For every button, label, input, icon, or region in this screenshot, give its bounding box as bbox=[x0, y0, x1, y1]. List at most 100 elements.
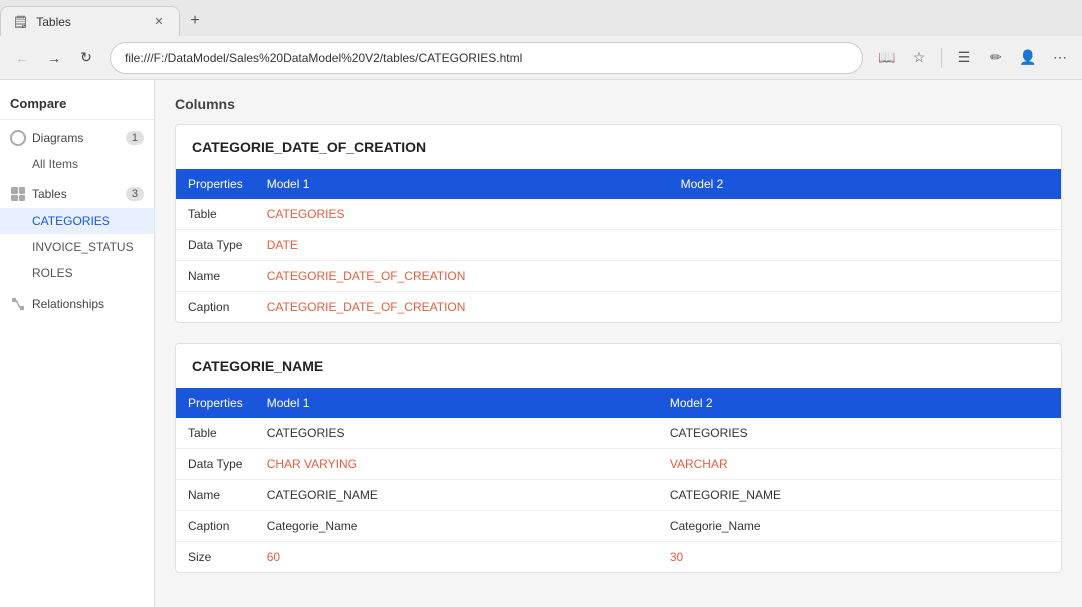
model2-datatype2: VARCHAR bbox=[658, 449, 1061, 480]
tab-icon: 🗒 bbox=[13, 15, 28, 29]
model1-datatype: DATE bbox=[255, 230, 669, 261]
column-section-header-name: CATEGORIE_NAME bbox=[176, 344, 1061, 388]
table-row: Table CATEGORIES bbox=[176, 199, 1061, 230]
sidebar-section-tables: Tables 3 CATEGORIES INVOICE_STATUS ROLES bbox=[0, 180, 154, 286]
table-header-row-name: Properties Model 1 Model 2 bbox=[176, 388, 1061, 418]
nav-separator bbox=[941, 48, 942, 68]
relationships-label: Relationships bbox=[32, 297, 144, 311]
diagrams-label: Diagrams bbox=[32, 131, 120, 145]
column-name-date: CATEGORIE_DATE_OF_CREATION bbox=[192, 139, 1045, 155]
sidebar-tables-header[interactable]: Tables 3 bbox=[0, 180, 154, 208]
th-model2-name: Model 2 bbox=[658, 388, 1061, 418]
th-properties-name: Properties bbox=[176, 388, 255, 418]
model2-caption2: Categorie_Name bbox=[658, 511, 1061, 542]
sidebar-item-roles[interactable]: ROLES bbox=[0, 260, 154, 286]
back-button[interactable]: ← bbox=[8, 44, 36, 72]
favorites-button[interactable]: ☆ bbox=[905, 44, 933, 72]
browser-window: 🗒 Tables ✕ + ← → ↻ file:///F:/DataModel/… bbox=[0, 0, 1082, 607]
model2-table2: CATEGORIES bbox=[658, 418, 1061, 449]
th-properties-date: Properties bbox=[176, 169, 255, 199]
diagrams-icon bbox=[10, 130, 26, 146]
reader-view-button[interactable]: 📖 bbox=[873, 44, 901, 72]
model1-name: CATEGORIE_DATE_OF_CREATION bbox=[255, 261, 669, 292]
model2-name2: CATEGORIE_NAME bbox=[658, 480, 1061, 511]
account-button[interactable]: 👤 bbox=[1014, 44, 1042, 72]
prop-caption: Caption bbox=[176, 292, 255, 323]
model2-caption bbox=[669, 292, 1061, 323]
model2-size: 30 bbox=[658, 542, 1061, 573]
sidebar-relationships-header[interactable]: Relationships bbox=[0, 290, 154, 318]
model1-datatype2: CHAR VARYING bbox=[255, 449, 658, 480]
browser-menu-button[interactable]: ☰ bbox=[950, 44, 978, 72]
prop-name2: Name bbox=[176, 480, 255, 511]
table-row: Caption Categorie_Name Categorie_Name bbox=[176, 511, 1061, 542]
prop-caption2: Caption bbox=[176, 511, 255, 542]
model1-name2: CATEGORIE_NAME bbox=[255, 480, 658, 511]
tables-icon bbox=[10, 186, 26, 202]
table-row: Table CATEGORIES CATEGORIES bbox=[176, 418, 1061, 449]
more-options-button[interactable]: ⋯ bbox=[1046, 44, 1074, 72]
table-row: Size 60 30 bbox=[176, 542, 1061, 573]
tables-badge: 3 bbox=[126, 187, 144, 201]
rels-icon bbox=[11, 297, 25, 311]
address-text: file:///F:/DataModel/Sales%20DataModel%2… bbox=[125, 51, 522, 65]
tab-close-button[interactable]: ✕ bbox=[151, 14, 167, 30]
column-section-date-of-creation: CATEGORIE_DATE_OF_CREATION Properties Mo… bbox=[175, 124, 1062, 323]
new-tab-button[interactable]: + bbox=[180, 6, 210, 36]
sidebar-section-diagrams: Diagrams 1 All Items bbox=[0, 124, 154, 176]
th-model1-date: Model 1 bbox=[255, 169, 669, 199]
grid-icon bbox=[11, 187, 25, 201]
tables-label: Tables bbox=[32, 187, 120, 201]
sidebar: Compare Diagrams 1 All Items bbox=[0, 80, 155, 607]
th-model2-date: Model 2 bbox=[669, 169, 1061, 199]
table-categorie-name: Properties Model 1 Model 2 Table CATEGOR… bbox=[176, 388, 1061, 572]
refresh-button[interactable]: ↻ bbox=[72, 44, 100, 72]
active-tab[interactable]: 🗒 Tables ✕ bbox=[0, 6, 180, 36]
prop-datatype2: Data Type bbox=[176, 449, 255, 480]
th-model1-name: Model 1 bbox=[255, 388, 658, 418]
prop-name: Name bbox=[176, 261, 255, 292]
model1-size: 60 bbox=[255, 542, 658, 573]
sidebar-section-relationships: Relationships bbox=[0, 290, 154, 318]
tab-bar: 🗒 Tables ✕ + bbox=[0, 0, 1082, 36]
model2-table bbox=[669, 199, 1061, 230]
model1-table: CATEGORIES bbox=[255, 199, 669, 230]
sidebar-item-categories[interactable]: CATEGORIES bbox=[0, 208, 154, 234]
prop-datatype: Data Type bbox=[176, 230, 255, 261]
table-row: Data Type DATE bbox=[176, 230, 1061, 261]
column-name-catname: CATEGORIE_NAME bbox=[192, 358, 1045, 374]
column-section-header-date: CATEGORIE_DATE_OF_CREATION bbox=[176, 125, 1061, 169]
main-layout: Compare Diagrams 1 All Items bbox=[0, 80, 1082, 607]
model1-caption: CATEGORIE_DATE_OF_CREATION bbox=[255, 292, 669, 323]
model2-name bbox=[669, 261, 1061, 292]
sidebar-all-items[interactable]: All Items bbox=[0, 152, 154, 176]
model2-datatype bbox=[669, 230, 1061, 261]
content-inner: Columns CATEGORIE_DATE_OF_CREATION Prope… bbox=[155, 80, 1082, 607]
address-bar[interactable]: file:///F:/DataModel/Sales%20DataModel%2… bbox=[110, 42, 863, 74]
edit-button[interactable]: ✏ bbox=[982, 44, 1010, 72]
nav-bar: ← → ↻ file:///F:/DataModel/Sales%20DataM… bbox=[0, 36, 1082, 80]
relationships-icon bbox=[10, 296, 26, 312]
table-date-of-creation: Properties Model 1 Model 2 Table CATEGOR… bbox=[176, 169, 1061, 322]
column-section-name: CATEGORIE_NAME Properties Model 1 Model … bbox=[175, 343, 1062, 573]
prop-table2: Table bbox=[176, 418, 255, 449]
content-area[interactable]: Columns CATEGORIE_DATE_OF_CREATION Prope… bbox=[155, 80, 1082, 607]
diagrams-badge: 1 bbox=[126, 131, 144, 145]
tab-title: Tables bbox=[36, 15, 143, 29]
sidebar-diagrams-header[interactable]: Diagrams 1 bbox=[0, 124, 154, 152]
table-row: Data Type CHAR VARYING VARCHAR bbox=[176, 449, 1061, 480]
table-row: Name CATEGORIE_DATE_OF_CREATION bbox=[176, 261, 1061, 292]
model1-caption2: Categorie_Name bbox=[255, 511, 658, 542]
table-row: Name CATEGORIE_NAME CATEGORIE_NAME bbox=[176, 480, 1061, 511]
nav-icons: 📖 ☆ ☰ ✏ 👤 ⋯ bbox=[873, 44, 1074, 72]
table-header-row-date: Properties Model 1 Model 2 bbox=[176, 169, 1061, 199]
model1-table2: CATEGORIES bbox=[255, 418, 658, 449]
table-row: Caption CATEGORIE_DATE_OF_CREATION bbox=[176, 292, 1061, 323]
prop-table: Table bbox=[176, 199, 255, 230]
sidebar-compare-label: Compare bbox=[0, 88, 154, 120]
prop-size: Size bbox=[176, 542, 255, 573]
sidebar-item-invoice-status[interactable]: INVOICE_STATUS bbox=[0, 234, 154, 260]
columns-label: Columns bbox=[175, 96, 1062, 112]
forward-button[interactable]: → bbox=[40, 44, 68, 72]
circle-icon bbox=[10, 130, 26, 146]
